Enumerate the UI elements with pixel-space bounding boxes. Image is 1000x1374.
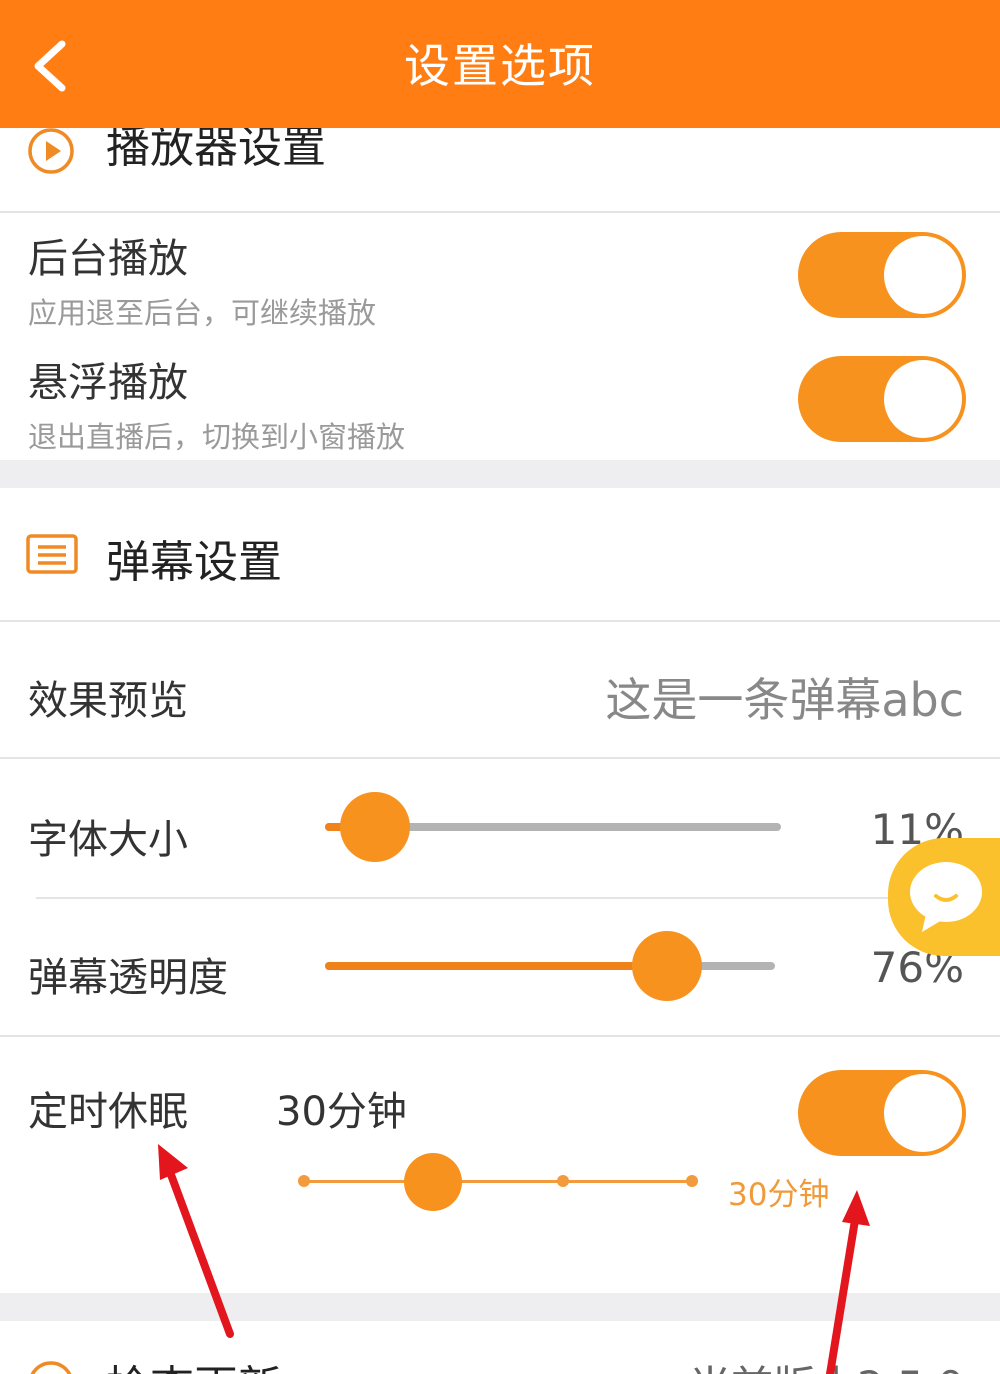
update-version-text: 当前版本2.5.0 <box>689 1353 964 1374</box>
floating-play-subtitle: 退出直播后，切换到小窗播放 <box>28 420 406 454</box>
background-play-toggle[interactable] <box>798 232 966 318</box>
toggle-knob <box>884 360 962 438</box>
floating-play-toggle[interactable] <box>798 356 966 442</box>
background-play-subtitle: 应用退至后台，可继续播放 <box>28 296 377 330</box>
font-size-slider-thumb[interactable] <box>340 792 411 862</box>
sleep-step-dot[interactable] <box>557 1175 569 1187</box>
background-play-title: 后台播放 <box>28 236 188 282</box>
sleep-timer-slider-thumb[interactable] <box>404 1153 462 1211</box>
sleep-timer-value: 30分钟 <box>276 1089 407 1135</box>
player-section-title: 播放器设置 <box>106 128 326 173</box>
sleep-timer-toggle[interactable] <box>798 1070 966 1156</box>
preview-row: 效果预览 这是一条弹幕abc <box>0 622 1000 756</box>
floating-play-row: 悬浮播放 退出直播后，切换到小窗播放 <box>0 338 1000 458</box>
sleep-step-dot[interactable] <box>298 1175 310 1187</box>
floating-play-title: 悬浮播放 <box>28 360 188 406</box>
opacity-slider-thumb[interactable] <box>632 931 702 1001</box>
font-size-row: 字体大小 11% <box>0 759 1000 897</box>
chat-bubble-icon <box>910 862 982 932</box>
page-title: 设置选项 <box>404 39 596 93</box>
sleep-timer-row: 定时休眠 30分钟 30分钟 <box>0 1037 1000 1293</box>
toggle-knob <box>884 1074 962 1152</box>
section-gap <box>0 1293 1000 1321</box>
opacity-label: 弹幕透明度 <box>28 955 228 1001</box>
sleep-timer-slider-label: 30分钟 <box>728 1177 830 1213</box>
background-play-row: 后台播放 应用退至后台，可继续播放 <box>0 214 1000 334</box>
divider <box>0 211 1000 213</box>
sleep-step-dot[interactable] <box>686 1175 698 1187</box>
font-size-label: 字体大小 <box>28 817 188 863</box>
sleep-timer-slider-track[interactable] <box>304 1180 692 1183</box>
player-section-header: 播放器设置 <box>0 128 1000 212</box>
play-circle-icon <box>28 128 74 174</box>
section-gap <box>0 460 1000 488</box>
danmaku-section-header: 弹幕设置 <box>0 488 1000 620</box>
sleep-timer-label: 定时休眠 <box>28 1089 188 1135</box>
danmaku-section-title: 弹幕设置 <box>106 537 282 588</box>
opacity-slider-fill <box>325 962 667 970</box>
floating-chat-button[interactable] <box>888 838 1000 956</box>
preview-label: 效果预览 <box>28 678 188 724</box>
danmaku-list-icon <box>26 534 78 574</box>
preview-text: 这是一条弹幕abc <box>605 673 964 727</box>
opacity-row: 弹幕透明度 76% <box>0 899 1000 1035</box>
update-circle-icon <box>30 1361 72 1374</box>
update-section-title: 检查更新 <box>106 1351 282 1374</box>
update-row[interactable]: 检查更新 当前版本2.5.0 <box>0 1321 1000 1374</box>
toggle-knob <box>884 236 962 314</box>
